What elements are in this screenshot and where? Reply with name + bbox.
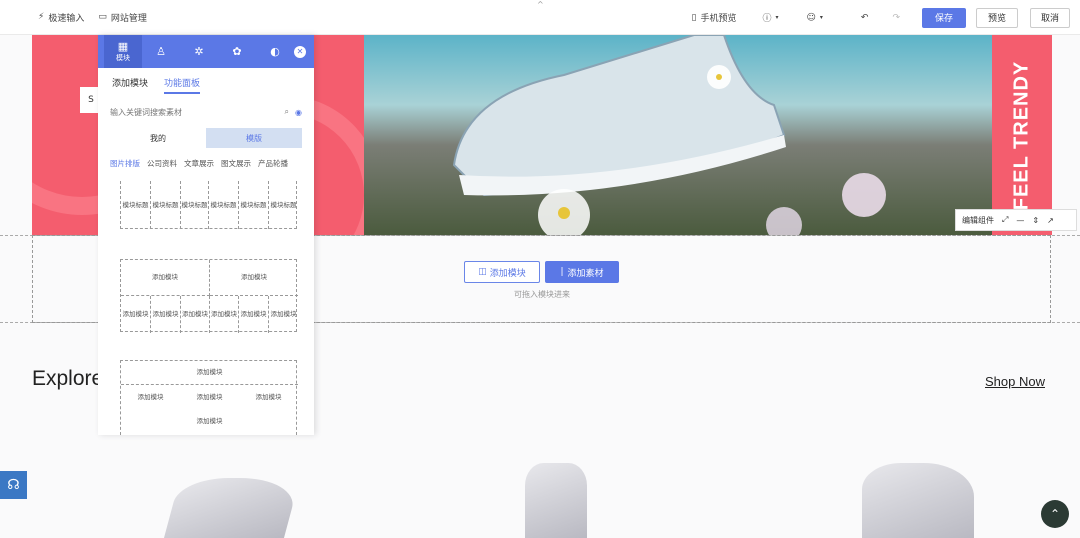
template-card[interactable]: 添加模块 添加模块 添加模块 添加模块 添加模块 添加模块 添加模块 添加模块 xyxy=(120,259,298,333)
user-button[interactable]: ☺ ▾ xyxy=(807,13,823,23)
template-cell: 添加模块 xyxy=(151,296,181,333)
eye-icon[interactable]: ◉ xyxy=(295,108,302,117)
template-cell: 添加模块 xyxy=(121,260,210,296)
template-cell: 添加模块 xyxy=(210,260,298,296)
service-badge[interactable]: ☊ xyxy=(0,471,27,499)
banner-shoe-photo xyxy=(364,35,992,235)
minus-icon[interactable]: — xyxy=(1016,216,1024,225)
template-cell: 模块标题 xyxy=(209,181,239,229)
redo-icon[interactable]: ↷ xyxy=(892,13,900,23)
tab-function-panel[interactable]: 功能面板 xyxy=(164,76,201,94)
move-icon[interactable]: ⇕ xyxy=(1032,216,1039,225)
template-cell: 添加模块 xyxy=(196,416,223,425)
panel-tab-shirt[interactable]: ♙ xyxy=(142,35,180,68)
category-item[interactable]: 公司资料 xyxy=(147,158,177,169)
banner-right-strip: FEEL TRENDY xyxy=(992,35,1052,235)
undo-icon[interactable]: ↶ xyxy=(861,13,869,23)
monitor-icon: ▭ xyxy=(98,12,107,22)
site-manage-item[interactable]: ▭ 网站管理 xyxy=(98,11,147,24)
panel-tab-palette[interactable]: ◐ xyxy=(256,35,294,68)
category-item[interactable]: 图文展示 xyxy=(221,158,251,169)
add-material-button[interactable]: | 添加素材 xyxy=(545,261,619,283)
template-cell: 添加模块 xyxy=(255,392,282,401)
paw-icon: ✿ xyxy=(232,45,242,58)
cancel-button[interactable]: 取消 xyxy=(1030,7,1070,28)
shop-now-link[interactable]: Shop Now xyxy=(985,374,1045,389)
template-cell: 添加模块 xyxy=(239,296,269,333)
template-cell: 模块标题 xyxy=(270,200,297,209)
chevron-down-icon: ▾ xyxy=(819,14,823,21)
panel-tab-paw[interactable]: ✿ xyxy=(218,35,256,68)
expand-icon[interactable]: ↗ xyxy=(1047,216,1054,225)
help-button[interactable]: ⓘ ▾ xyxy=(762,11,778,24)
segment-control: 我的 模版 xyxy=(110,128,302,148)
mobile-preview-button[interactable]: ▯ 手机预览 xyxy=(691,11,737,25)
panel-subtabs: 添加模块 功能面板 xyxy=(98,68,314,94)
template-cell: 模块标题 xyxy=(121,181,151,229)
edit-component-button[interactable]: 编辑组件 xyxy=(962,215,994,226)
user-icon: ☺ xyxy=(806,12,816,23)
category-item[interactable]: 文章展示 xyxy=(184,158,214,169)
template-cell: 添加模块 xyxy=(181,296,210,333)
plus-icon: | xyxy=(560,267,564,277)
sneaker-illustration xyxy=(452,35,886,235)
phone-icon: ▯ xyxy=(691,12,697,23)
arrow-up-icon: ⌃ xyxy=(1049,507,1061,521)
preview-button[interactable]: 预览 xyxy=(976,7,1018,28)
collapse-caret-icon[interactable]: ^ xyxy=(537,0,544,9)
top-toolbar: ⚡ 极速输入 ▭ 网站管理 ^ ▯ 手机预览 ⓘ ▾ ☺ ▾ ↶ ↷ 保存 预览 取… xyxy=(0,0,1080,35)
module-panel: ▦ 模块 ♙ ✲ ✿ ◐ ✕ 添加模块 功能面板 输入关键词搜索素材 ⌕ ◉ 我… xyxy=(98,35,314,435)
search-icon[interactable]: ⌕ xyxy=(285,107,289,117)
gear-icon: ✲ xyxy=(194,45,204,58)
template-cell: 添加模块 xyxy=(121,296,151,333)
lightning-icon: ⚡ xyxy=(38,12,45,22)
back-to-top-button[interactable]: ⌃ xyxy=(1041,500,1069,528)
tab-add-module[interactable]: 添加模块 xyxy=(112,76,148,94)
template-cell: 添加模块 xyxy=(270,310,297,318)
close-icon[interactable]: ✕ xyxy=(294,45,306,58)
panel-tab-modules[interactable]: ▦ 模块 xyxy=(104,35,142,68)
help-icon: ⓘ xyxy=(762,14,772,24)
component-toolbar: 编辑组件 ⤢ — ⇕ ↗ xyxy=(955,209,1077,231)
category-tabs: 图片排版 公司资料 文章展示 图文展示 产品轮播 xyxy=(98,148,314,169)
template-cell: 添加模块 xyxy=(137,392,164,401)
segment-mine[interactable]: 我的 xyxy=(110,128,206,148)
palette-icon: ◐ xyxy=(270,45,280,58)
category-item[interactable]: 图片排版 xyxy=(110,158,140,169)
chevron-down-icon: ▾ xyxy=(775,14,779,21)
product-image[interactable] xyxy=(163,478,301,538)
drop-hint: 可拖入模块进来 xyxy=(514,290,570,299)
segment-templates[interactable]: 模版 xyxy=(206,128,302,148)
template-card[interactable]: 添加模块 添加模块 添加模块 添加模块 添加模块 xyxy=(120,360,298,435)
grid-icon: ▦ xyxy=(117,40,129,53)
quick-input-item[interactable]: ⚡ 极速输入 xyxy=(38,11,84,24)
save-button[interactable]: 保存 xyxy=(922,7,966,28)
product-image[interactable] xyxy=(862,463,974,538)
section-title: Explore xyxy=(32,367,104,390)
template-cell: 模块标题 xyxy=(151,181,181,229)
template-card[interactable]: 模块标题 模块标题 模块标题 模块标题 模块标题 模块标题 xyxy=(120,181,297,229)
panel-tab-settings[interactable]: ✲ xyxy=(180,35,218,68)
feel-trendy-text: FEEL TRENDY xyxy=(1010,60,1033,210)
add-module-button[interactable]: ◫ 添加模块 xyxy=(464,261,540,283)
template-cell: 模块标题 xyxy=(239,181,269,229)
link-icon[interactable]: ⤢ xyxy=(1002,215,1008,225)
search-input[interactable]: 输入关键词搜索素材 xyxy=(110,107,279,118)
product-image[interactable] xyxy=(525,463,587,538)
category-item[interactable]: 产品轮播 xyxy=(258,158,288,169)
template-cell: 添加模块 xyxy=(210,296,239,333)
panel-header: ▦ 模块 ♙ ✲ ✿ ◐ ✕ xyxy=(98,35,314,68)
template-cell: 添加模块 xyxy=(196,392,223,401)
panel-search: 输入关键词搜索素材 ⌕ ◉ xyxy=(110,102,302,122)
chat-icon: ☊ xyxy=(7,477,20,493)
module-icon: ◫ xyxy=(478,267,487,277)
shirt-icon: ♙ xyxy=(156,45,166,58)
template-cell: 添加模块 xyxy=(121,361,298,385)
template-cell: 模块标题 xyxy=(181,181,209,229)
